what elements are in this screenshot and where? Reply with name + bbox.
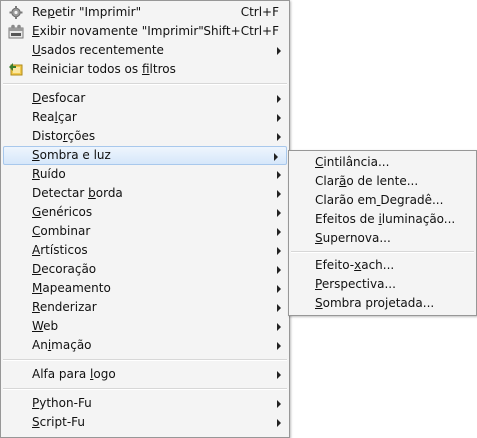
menu-item-label: Combinar [32,224,91,238]
menu-item-reset-all-filters[interactable]: Reiniciar todos os filtros [1,60,289,79]
light-and-shadow-submenu: Cintilância... Clarão de lente... Clarão… [288,150,477,316]
menu-item-label: Artísticos [32,243,88,257]
menu-item-label: Ruído [32,167,66,181]
submenu-arrow-icon [277,285,281,293]
menu-item-label: Mapeamento [32,281,111,295]
submenu-arrow-icon [277,114,281,122]
submenu-item-xach-effect[interactable]: Efeito-xach... [289,256,476,275]
filters-menu: Repetir "Imprimir" Ctrl+F Exibir novamen… [0,0,290,438]
menu-item-python-fu[interactable]: Python-Fu [1,394,289,413]
menu-item-label: Clarão em Degradê... [315,193,444,207]
submenu-item-gradient-flare[interactable]: Clarão em Degradê... [289,191,476,210]
submenu-arrow-icon [277,209,281,217]
menu-item-label: Genéricos [32,205,93,219]
menu-item-label: Python-Fu [32,396,92,410]
submenu-arrow-icon [277,419,281,427]
menu-item-label: Renderizar [32,300,97,314]
shortcut-label: Ctrl+F [240,5,279,19]
submenu-arrow-icon [277,133,281,141]
menu-item-label: Perspectiva... [315,277,396,291]
menu-item-noise[interactable]: Ruído [1,165,289,184]
submenu-arrow-icon [277,247,281,255]
submenu-arrow-icon [277,400,281,408]
menu-item-repeat-last[interactable]: Repetir "Imprimir" Ctrl+F [1,3,289,22]
menu-item-label: Efeitos de iluminação... [315,212,456,226]
submenu-arrow-icon [277,304,281,312]
submenu-item-perspective[interactable]: Perspectiva... [289,275,476,294]
menu-item-label: Distorções [32,129,96,143]
reshow-dialog-icon [8,24,24,39]
menu-item-label: Efeito-xach... [315,258,395,272]
submenu-item-drop-shadow[interactable]: Sombra projetada... [289,294,476,313]
menu-item-label: Clarão de lente... [315,174,419,188]
menu-item-label: Sombra e luz [32,148,111,162]
menu-item-edge-detect[interactable]: Detectar borda [1,184,289,203]
submenu-arrow-icon [274,153,278,161]
menu-item-label: Alfa para logo [32,367,116,381]
shortcut-label: Shift+Ctrl+F [203,24,279,38]
menu-item-label: Web [32,319,59,333]
menu-item-recently-used[interactable]: Usados recentemente [1,41,289,60]
submenu-item-lens-flare[interactable]: Clarão de lente... [289,172,476,191]
menu-item-combine[interactable]: Combinar [1,222,289,241]
menu-separator [3,388,287,390]
submenu-arrow-icon [277,371,281,379]
menu-item-reshow-last[interactable]: Exibir novamente "Imprimir" Shift+Ctrl+F [1,22,289,41]
menu-item-light-and-shadow[interactable]: Sombra e luz [3,146,287,165]
menu-item-blur[interactable]: Desfocar [1,89,289,108]
repeat-gear-icon [8,5,24,20]
menu-separator [3,359,287,361]
submenu-arrow-icon [277,342,281,350]
submenu-arrow-icon [277,171,281,179]
menu-separator [3,83,287,85]
menu-item-label: Sombra projetada... [315,296,435,310]
menu-item-label: Animação [32,338,92,352]
submenu-arrow-icon [277,323,281,331]
menu-item-label: Exibir novamente "Imprimir" [32,24,204,38]
menu-item-web[interactable]: Web [1,317,289,336]
menu-item-decor[interactable]: Decoração [1,260,289,279]
menu-item-label: Reiniciar todos os filtros [32,62,176,76]
submenu-arrow-icon [277,266,281,274]
menu-item-script-fu[interactable]: Script-Fu [1,413,289,432]
menu-item-generic[interactable]: Genéricos [1,203,289,222]
menu-item-alpha-to-logo[interactable]: Alfa para logo [1,365,289,384]
menu-item-map[interactable]: Mapeamento [1,279,289,298]
submenu-arrow-icon [277,190,281,198]
menu-item-label: Usados recentemente [32,43,164,57]
menu-item-enhance[interactable]: Realçar [1,108,289,127]
menu-item-label: Cintilância... [315,155,390,169]
submenu-arrow-icon [277,95,281,103]
submenu-item-sparkle[interactable]: Cintilância... [289,153,476,172]
submenu-arrow-icon [277,47,281,55]
submenu-arrow-icon [277,228,281,236]
menu-item-render[interactable]: Renderizar [1,298,289,317]
menu-item-animation[interactable]: Animação [1,336,289,355]
menu-item-artistic[interactable]: Artísticos [1,241,289,260]
menu-item-label: Repetir "Imprimir" [32,5,142,19]
menu-item-label: Script-Fu [32,415,85,429]
menu-item-label: Decoração [32,262,97,276]
menu-item-label: Detectar borda [32,186,123,200]
menu-item-distorts[interactable]: Distorções [1,127,289,146]
menu-separator [291,251,474,253]
menu-item-label: Realçar [32,110,77,124]
menu-item-label: Desfocar [32,91,86,105]
menu-item-label: Supernova... [315,231,391,245]
submenu-item-lighting-effects[interactable]: Efeitos de iluminação... [289,210,476,229]
reset-filters-icon [8,62,24,77]
submenu-item-supernova[interactable]: Supernova... [289,229,476,248]
